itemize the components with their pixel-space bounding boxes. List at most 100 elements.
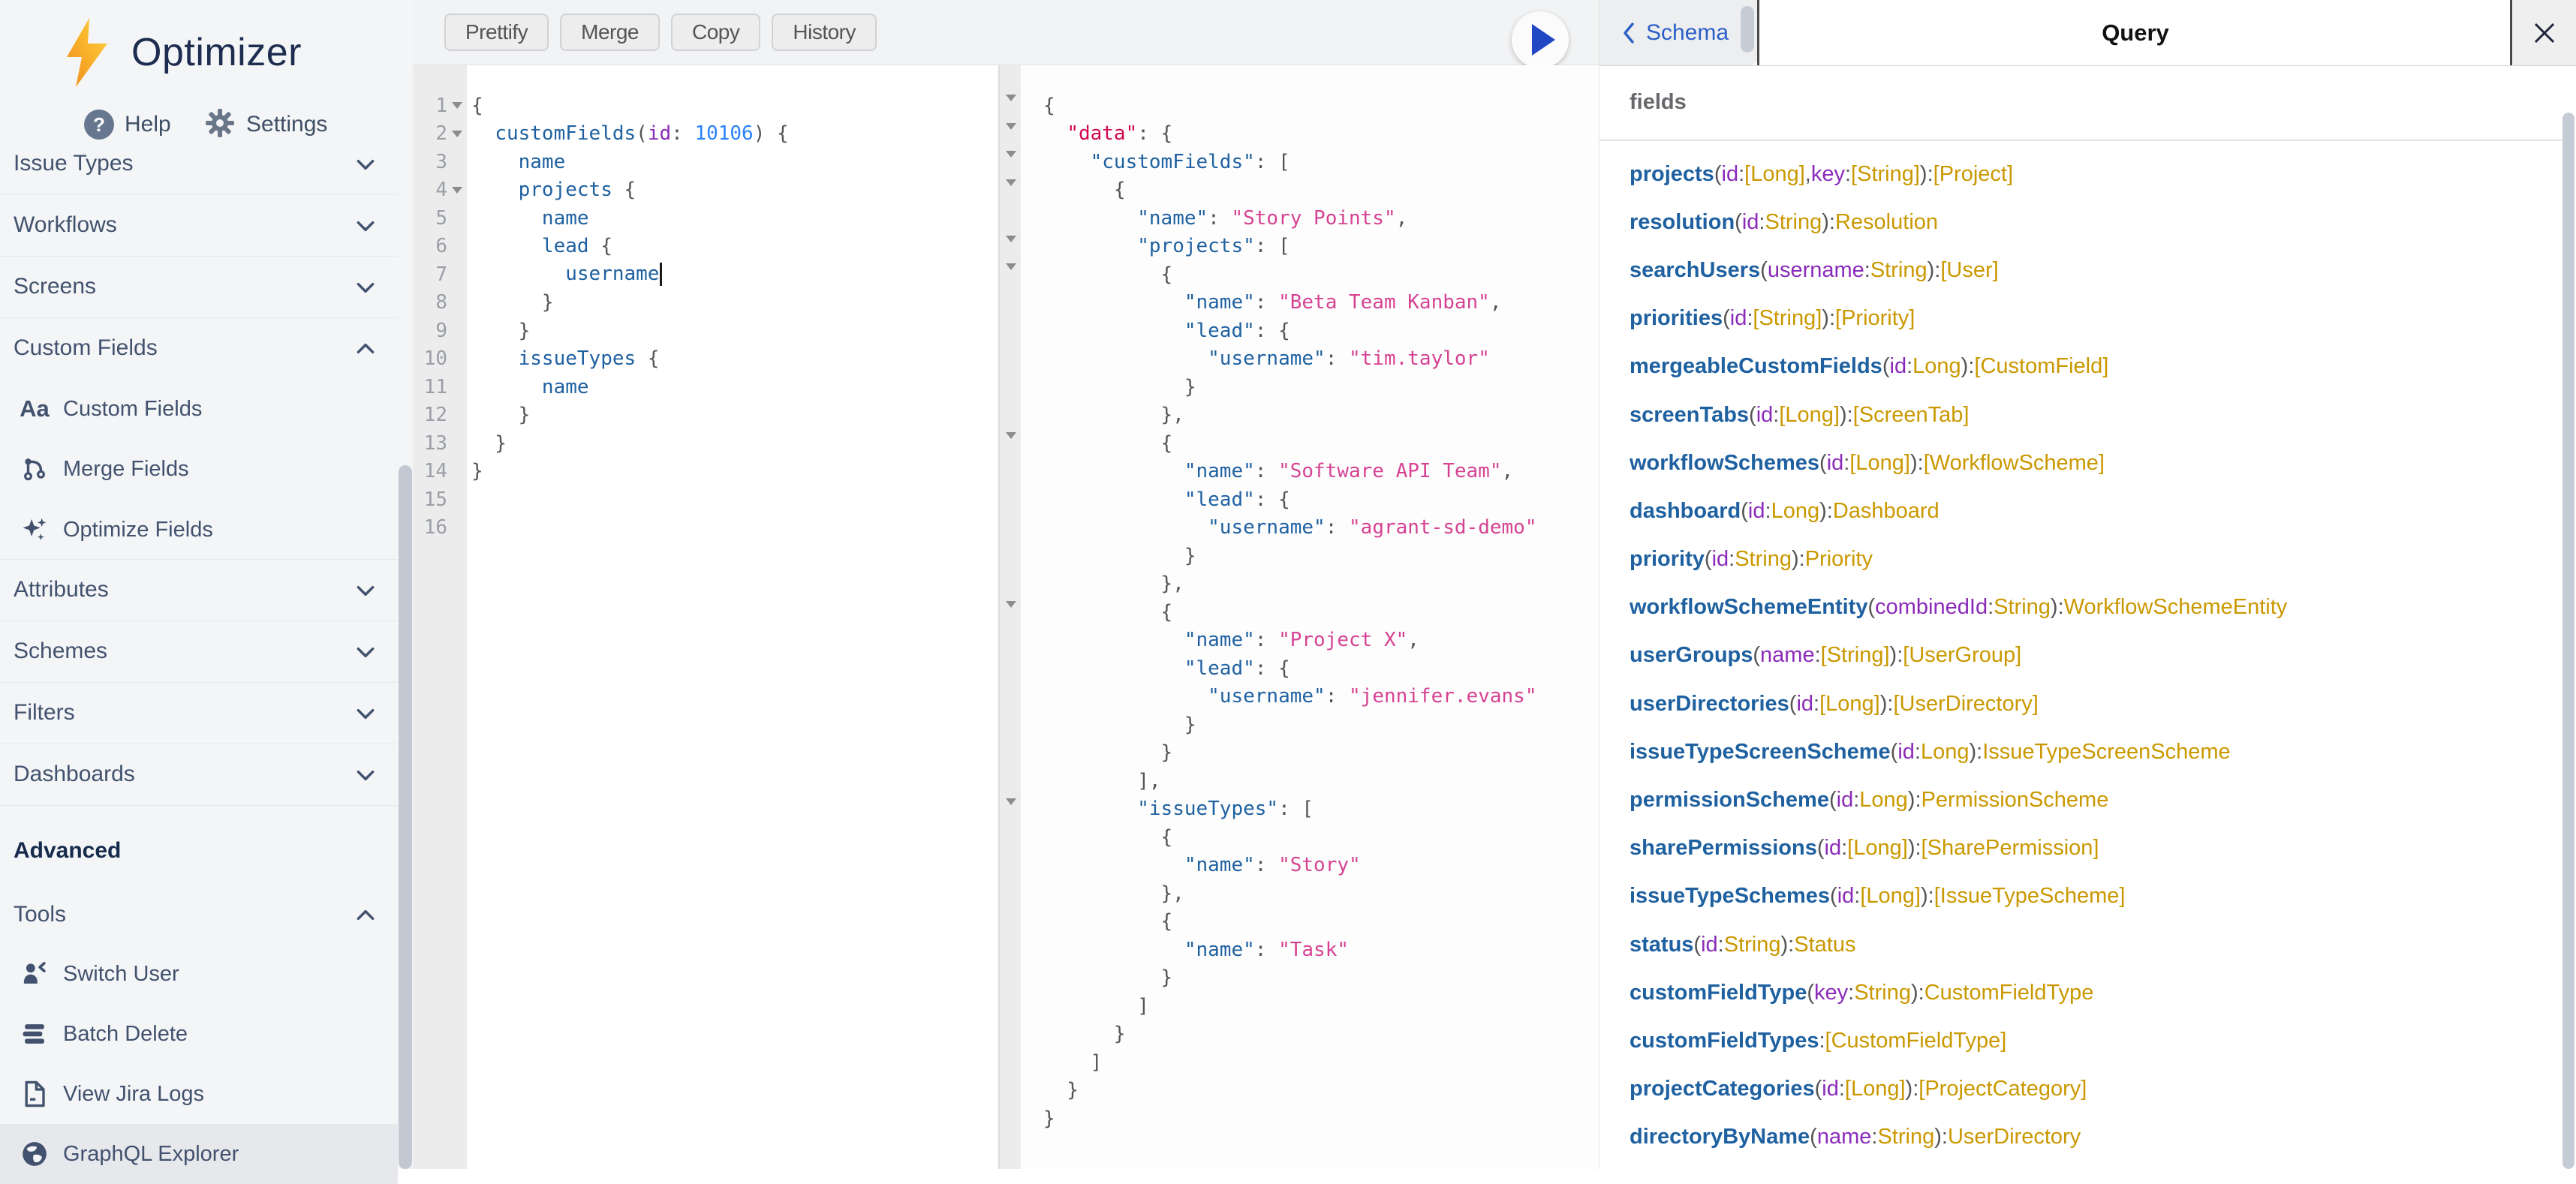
editor-line[interactable]: 6 lead { [413, 233, 998, 261]
doc-field-directorybyname[interactable]: directoryByName(name: String): UserDirec… [1599, 1113, 2563, 1161]
sidebar-item-graphql-explorer[interactable]: GraphQL Explorer [0, 1124, 398, 1184]
doc-field-resolution[interactable]: resolution(id: String): Resolution [1599, 198, 2563, 246]
result-viewer[interactable]: { "data": { "customFields": [ { "name": … [998, 65, 1599, 1169]
doc-field-issuetypeschemes[interactable]: issueTypeSchemes(id: [Long]): [IssueType… [1599, 873, 2563, 921]
return-type-link[interactable]: [CustomField] [1974, 354, 2108, 379]
return-type-link[interactable]: [Priority] [1835, 306, 1915, 331]
sidebar-item-custom-fields[interactable]: AaCustom Fields [0, 379, 398, 439]
query-editor[interactable]: 1{2 customFields(id: 10106) {3 name4 pro… [413, 65, 998, 1169]
editor-line[interactable]: 16 [413, 514, 998, 542]
doc-back-button[interactable]: Schema [1599, 0, 1759, 65]
arg-type-link[interactable]: String [1765, 210, 1822, 235]
field-name-link[interactable]: screenTabs [1630, 403, 1749, 428]
field-name-link[interactable]: userDirectories [1630, 692, 1789, 717]
field-name-link[interactable]: issueTypeSchemes [1630, 884, 1830, 909]
editor-line[interactable]: 5 name [413, 204, 998, 233]
editor-line[interactable]: 7 username [413, 260, 998, 289]
merge-button[interactable]: Merge [560, 14, 660, 51]
field-name-link[interactable]: workflowSchemes [1630, 451, 1819, 476]
sidebar-scrollbar[interactable] [399, 465, 412, 1169]
arg-type-link[interactable]: [String] [1753, 306, 1822, 331]
doc-field-customfieldtype[interactable]: customFieldType(key: String): CustomFiel… [1599, 969, 2563, 1017]
sidebar-item-batch-delete[interactable]: Batch Delete [0, 1004, 398, 1064]
doc-field-projectcategories[interactable]: projectCategories(id: [Long]): [ProjectC… [1599, 1065, 2563, 1113]
arg-type-link[interactable]: [String] [1851, 162, 1920, 187]
sidebar-section-issue-types[interactable]: Issue Types [0, 134, 398, 194]
arg-type-link[interactable]: [Long] [1819, 692, 1880, 717]
field-name-link[interactable]: workflowSchemeEntity [1630, 595, 1867, 620]
arg-type-link[interactable]: [Long] [1744, 162, 1805, 187]
doc-field-sharepermissions[interactable]: sharePermissions(id: [Long]): [SharePerm… [1599, 825, 2563, 873]
editor-line[interactable]: 13 } [413, 429, 998, 458]
arg-type-link[interactable]: Long [1859, 788, 1908, 813]
field-name-link[interactable]: directoryByName [1630, 1125, 1810, 1149]
field-name-link[interactable]: priority [1630, 547, 1705, 572]
return-type-link[interactable]: CustomFieldType [1924, 981, 2094, 1005]
sidebar-item-switch-user[interactable]: Switch User [0, 944, 398, 1004]
arg-type-link[interactable]: [Long] [1779, 403, 1840, 428]
arg-type-link[interactable]: [String] [1821, 643, 1890, 668]
prettify-button[interactable]: Prettify [444, 14, 549, 51]
field-name-link[interactable]: status [1630, 933, 1693, 957]
doc-field-usergroups[interactable]: userGroups(name: [String]): [UserGroup] [1599, 632, 2563, 680]
field-name-link[interactable]: permissionScheme [1630, 788, 1829, 813]
return-type-link[interactable]: WorkflowSchemeEntity [2064, 595, 2288, 620]
field-name-link[interactable]: searchUsers [1630, 258, 1760, 283]
arg-type-link[interactable]: [Long] [1847, 836, 1908, 861]
sidebar-section-filters[interactable]: Filters [0, 683, 398, 743]
sidebar-section-attributes[interactable]: Attributes [0, 560, 398, 620]
arg-type-link[interactable]: String [1877, 1125, 1934, 1149]
history-button[interactable]: History [772, 14, 877, 51]
arg-type-link[interactable]: String [1994, 595, 2051, 620]
doc-field-status[interactable]: status(id: String): Status [1599, 921, 2563, 969]
copy-button[interactable]: Copy [671, 14, 760, 51]
doc-field-workflowschemeentity[interactable]: workflowSchemeEntity(combinedId: String)… [1599, 584, 2563, 632]
sidebar-section-workflows[interactable]: Workflows [0, 195, 398, 255]
arg-type-link[interactable]: Long [1912, 354, 1961, 379]
arg-type-link[interactable]: String [1854, 981, 1911, 1005]
return-type-link[interactable]: [SharePermission] [1921, 836, 2099, 861]
arg-type-link[interactable]: Long [1921, 740, 1970, 765]
doc-field-dashboard[interactable]: dashboard(id: Long): Dashboard [1599, 487, 2563, 535]
editor-line[interactable]: 9 } [413, 317, 998, 345]
return-type-link[interactable]: [CustomFieldType] [1825, 1029, 2007, 1053]
return-type-link[interactable]: IssueTypeScreenScheme [1982, 740, 2230, 765]
doc-field-screentabs[interactable]: screenTabs(id: [Long]): [ScreenTab] [1599, 391, 2563, 439]
return-type-link[interactable]: [User] [1940, 258, 1998, 283]
doc-field-userdirectories[interactable]: userDirectories(id: [Long]): [UserDirect… [1599, 680, 2563, 728]
editor-line[interactable]: 15 [413, 485, 998, 514]
field-name-link[interactable]: sharePermissions [1630, 836, 1817, 861]
sidebar-section-dashboards[interactable]: Dashboards [0, 744, 398, 804]
fold-marker-icon[interactable] [447, 102, 467, 109]
arg-type-link[interactable]: String [1735, 547, 1792, 572]
return-type-link[interactable]: PermissionScheme [1921, 788, 2109, 813]
sidebar-section-tools[interactable]: Tools [0, 885, 398, 945]
doc-back-scrollbar[interactable] [1741, 6, 1754, 53]
fold-marker-icon[interactable] [447, 131, 467, 137]
arg-type-link[interactable]: [Long] [1849, 451, 1910, 476]
field-name-link[interactable]: userGroups [1630, 643, 1753, 668]
sidebar-item-merge-fields[interactable]: Merge Fields [0, 439, 398, 499]
editor-line[interactable]: 3 name [413, 148, 998, 176]
sidebar-section-screens[interactable]: Screens [0, 257, 398, 317]
editor-line[interactable]: 8 } [413, 289, 998, 317]
doc-field-priority[interactable]: priority(id: String): Priority [1599, 536, 2563, 584]
docs-scrollbar[interactable] [2562, 113, 2574, 1169]
field-name-link[interactable]: projects [1630, 162, 1714, 187]
sidebar-item-optimize-fields[interactable]: Optimize Fields [0, 500, 398, 560]
doc-field-customfieldtypes[interactable]: customFieldTypes: [CustomFieldType] [1599, 1017, 2563, 1065]
return-type-link[interactable]: Dashboard [1833, 499, 1940, 524]
return-type-link[interactable]: [Project] [1934, 162, 2013, 187]
return-type-link[interactable]: UserDirectory [1948, 1125, 2081, 1149]
return-type-link[interactable]: [ProjectCategory] [1918, 1077, 2087, 1101]
fold-marker-icon[interactable] [447, 187, 467, 194]
field-name-link[interactable]: resolution [1630, 210, 1735, 235]
return-type-link[interactable]: [UserGroup] [1903, 643, 2021, 668]
sidebar-section-schemes[interactable]: Schemes [0, 621, 398, 681]
field-name-link[interactable]: priorities [1630, 306, 1723, 331]
field-name-link[interactable]: issueTypeScreenScheme [1630, 740, 1891, 765]
editor-line[interactable]: 10 issueTypes { [413, 345, 998, 374]
doc-field-searchusers[interactable]: searchUsers(username: String): [User] [1599, 246, 2563, 294]
doc-field-issuetypescreenscheme[interactable]: issueTypeScreenScheme(id: Long): IssueTy… [1599, 728, 2563, 776]
arg-type-link[interactable]: String [1870, 258, 1927, 283]
